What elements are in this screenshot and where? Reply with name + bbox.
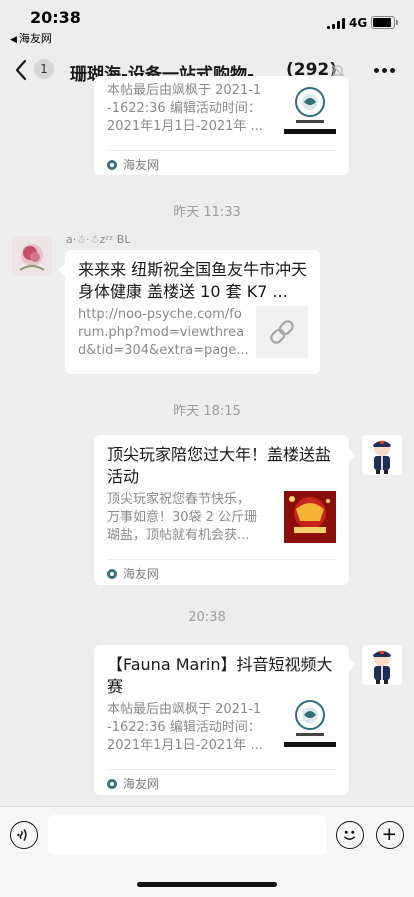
more-icon[interactable]	[374, 68, 396, 74]
card-source: 海友网	[107, 156, 159, 173]
card-description: 顶尖玩家祝您春节快乐， 万事如意！30袋 2 公斤珊 瑚盐，顶帖就有机会获...	[107, 492, 258, 543]
card-description: 本帖最后由飒枫于 2021-1 -1622:36 编辑活动时间： 2021年1月…	[107, 702, 263, 753]
plus-icon[interactable]	[376, 821, 404, 849]
card-source-label: 海友网	[123, 777, 160, 791]
back-chevron-icon[interactable]	[10, 56, 34, 84]
card-thumbnail-fauna-marin-logo	[284, 695, 336, 747]
timestamp: 昨天 11:33	[173, 205, 241, 220]
card-title: 【Fauna Marin】抖音短视频大赛	[107, 655, 333, 696]
battery-icon	[371, 16, 398, 29]
source-icon	[107, 779, 117, 789]
avatar[interactable]	[362, 435, 402, 475]
card-description: 本帖最后由飒枫于 2021-1 -1622:36 编辑活动时间： 2021年1月…	[107, 83, 263, 134]
bubble-arrow	[58, 264, 65, 276]
timestamp: 20:38	[188, 610, 226, 625]
source-icon	[107, 569, 117, 579]
emoji-icon[interactable]	[336, 821, 364, 849]
card-divider	[107, 769, 336, 770]
card-divider	[107, 150, 336, 151]
avatar[interactable]	[12, 236, 52, 276]
network-type: 4G	[349, 16, 368, 30]
back-app-label: 海友网	[18, 32, 52, 45]
card-title: 顶尖玩家陪您过大年！盖楼送盐活动	[107, 445, 332, 486]
card-source: 海友网	[107, 775, 159, 792]
home-indicator[interactable]	[137, 882, 277, 887]
card-source-label: 海友网	[123, 158, 160, 172]
signal-icon	[327, 18, 345, 29]
link-card[interactable]: 【Fauna Marin】抖音短视频大赛 本帖最后由飒枫于 2021-1 -16…	[94, 645, 349, 795]
card-title: 来来来 纽斯祝全国鱼友牛市冲天 身体健康 盖楼送 10 套 K7 ...	[78, 260, 308, 301]
timestamp: 昨天 18:15	[173, 404, 241, 419]
card-source-label: 海友网	[123, 567, 160, 581]
message-input[interactable]	[48, 815, 326, 855]
status-bar: 20:38 ◀ 海友网 4G	[0, 0, 414, 46]
card-source: 海友网	[107, 565, 159, 582]
voice-icon[interactable]	[10, 821, 38, 849]
back-triangle-icon: ◀	[10, 35, 17, 45]
card-thumbnail-new-year-poster	[284, 491, 336, 543]
unread-count-badge[interactable]: 1	[34, 59, 54, 79]
card-divider	[107, 559, 336, 560]
link-card[interactable]: 本帖最后由飒枫于 2021-1 -1622:36 编辑活动时间： 2021年1月…	[94, 76, 349, 175]
card-thumbnail-fauna-marin-logo	[284, 82, 336, 134]
link-card[interactable]: 来来来 纽斯祝全国鱼友牛市冲天 身体健康 盖楼送 10 套 K7 ... htt…	[65, 250, 320, 374]
status-time: 20:38	[30, 8, 81, 27]
bubble-arrow	[349, 659, 356, 671]
avatar[interactable]	[362, 645, 402, 685]
back-to-app-link[interactable]: ◀ 海友网	[10, 30, 52, 46]
link-icon	[256, 306, 308, 358]
bubble-arrow	[349, 449, 356, 461]
card-description: http://noo-psyche.com/fo rum.php?mod=vie…	[78, 307, 249, 358]
link-card[interactable]: 顶尖玩家陪您过大年！盖楼送盐活动 顶尖玩家祝您春节快乐， 万事如意！30袋 2 …	[94, 435, 349, 585]
sender-name: a·☃·☃zᶻᶻ BL	[66, 233, 131, 246]
source-icon	[107, 160, 117, 170]
